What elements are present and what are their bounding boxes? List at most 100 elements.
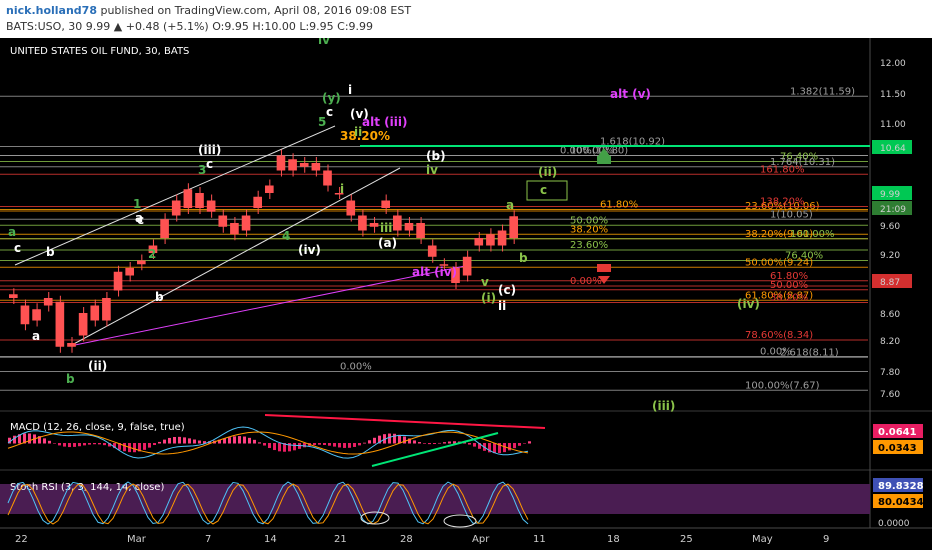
wave-label: (iv): [298, 243, 321, 257]
wave-label: a: [32, 329, 40, 343]
candle-body: [241, 215, 251, 231]
macd-histogram-bar: [393, 433, 396, 444]
macd-histogram-bar: [433, 443, 436, 445]
wave-label: a: [135, 211, 143, 225]
macd-histogram-bar: [333, 443, 336, 447]
macd-histogram-bar: [288, 443, 291, 452]
wave-label: 2: [148, 247, 156, 261]
candle-body: [195, 193, 204, 208]
macd-histogram-bar: [238, 436, 241, 444]
macd-histogram-bar: [273, 443, 276, 451]
candle-body: [311, 163, 321, 171]
macd-histogram-bar: [88, 443, 91, 445]
macd-histogram-bar: [278, 443, 281, 452]
wave-label: iv: [318, 38, 330, 47]
price-axis-tick: 21:09: [880, 205, 906, 215]
macd-histogram-bar: [513, 443, 516, 449]
fib-level-label: 100.00%(7.67): [745, 380, 820, 391]
candle-body: [218, 215, 228, 227]
wave-label: ii: [354, 125, 362, 139]
wave-label: b: [66, 372, 75, 386]
wave-label: iv: [426, 163, 438, 177]
fib-level-label: 50.00%(9.24): [745, 257, 813, 268]
fib-level-label: 38.20%: [570, 224, 608, 235]
author-link[interactable]: nick.holland78: [6, 4, 97, 17]
macd-histogram-bar: [348, 443, 351, 448]
macd-histogram-bar: [318, 443, 321, 445]
candle-body: [509, 216, 518, 238]
macd-histogram-bar: [63, 443, 66, 447]
price-axis-tick: 11.00: [880, 120, 906, 130]
macd-histogram-bar: [183, 437, 186, 444]
date-axis-tick: 11: [533, 534, 546, 545]
macd-histogram-bar: [198, 440, 201, 444]
wave-label: iii: [380, 221, 392, 235]
candle-body: [393, 215, 402, 231]
candle-body: [253, 196, 262, 208]
candle-body: [462, 256, 472, 276]
macd-histogram-bar: [313, 443, 316, 446]
candle-body: [102, 298, 111, 321]
macd-histogram-bar: [528, 441, 531, 444]
macd-histogram-bar: [188, 438, 191, 444]
wave-label: (iii): [198, 143, 221, 157]
publish-text: published on TradingView.com, April 08, …: [96, 4, 412, 17]
macd-histogram-bar: [28, 433, 31, 444]
date-axis-tick: 9: [823, 534, 829, 545]
down-arrow-stem: [597, 264, 611, 272]
macd-histogram-bar: [253, 439, 256, 444]
macd-histogram-bar: [178, 436, 181, 444]
chart-area[interactable]: UNITED STATES OIL FUND, 30, BATS 1.382(1…: [0, 38, 932, 550]
candle-body: [474, 238, 484, 246]
date-axis-tick: 25: [680, 534, 693, 545]
wave-label: (y): [322, 91, 341, 105]
candle-body: [404, 223, 414, 231]
macd-histogram-bar: [248, 437, 251, 444]
date-axis-tick: Mar: [127, 534, 147, 545]
price-axis-tick: 11.50: [880, 90, 906, 100]
wave-label: a: [506, 198, 514, 212]
price-axis-tick: 8.60: [880, 310, 900, 320]
date-axis-tick: 14: [264, 534, 277, 545]
macd-histogram-bar: [418, 442, 421, 444]
macd-histogram-bar: [423, 443, 426, 444]
fib-level-label: 2.618(8.11): [780, 347, 839, 358]
date-axis-tick: 28: [400, 534, 413, 545]
macd-histogram-bar: [133, 443, 136, 453]
wave-label: (b): [426, 149, 446, 163]
macd-histogram-bar: [338, 443, 341, 448]
date-axis-tick: 7: [205, 534, 211, 545]
wave-label: 4: [282, 229, 290, 243]
candle-body: [323, 170, 332, 186]
wave-label: (iv): [737, 297, 760, 311]
macd-histogram-bar: [403, 436, 406, 444]
macd-histogram-bar: [158, 441, 161, 444]
candle-body: [369, 223, 379, 227]
macd-histogram-bar: [163, 439, 166, 444]
macd-histogram-bar: [398, 434, 401, 444]
macd-histogram-bar: [373, 437, 376, 444]
fib-level-label: 50.00%: [770, 280, 808, 291]
macd-histogram-bar: [508, 443, 511, 451]
macd-histogram-bar: [448, 441, 451, 444]
macd-histogram-bar: [173, 437, 176, 444]
candle-body: [346, 200, 356, 216]
macd-histogram-bar: [523, 443, 526, 444]
macd-histogram-bar: [413, 440, 416, 444]
wave-label: (i): [481, 291, 496, 305]
quote-line: BATS:USO, 30 9.99 ▲ +0.48 (+5.1%) O:9.95…: [6, 20, 374, 33]
macd-histogram-bar: [263, 443, 266, 446]
macd-histogram-bar: [363, 442, 366, 444]
wave-label: 1: [133, 197, 141, 211]
macd-histogram-bar: [323, 443, 326, 445]
fib-level-label: 78.60%(8.34): [745, 330, 813, 341]
candle-body: [160, 219, 169, 238]
fib-level-label: 1.382(11.59): [790, 86, 855, 97]
macd-histogram-bar: [473, 443, 476, 447]
price-axis-tick: 9.20: [880, 251, 900, 261]
wave-label: 5: [318, 115, 326, 129]
macd-histogram-bar: [93, 443, 96, 445]
candle-body: [20, 305, 30, 325]
fib-level-label: 138.20%: [760, 197, 805, 208]
candle-body: [358, 215, 367, 231]
